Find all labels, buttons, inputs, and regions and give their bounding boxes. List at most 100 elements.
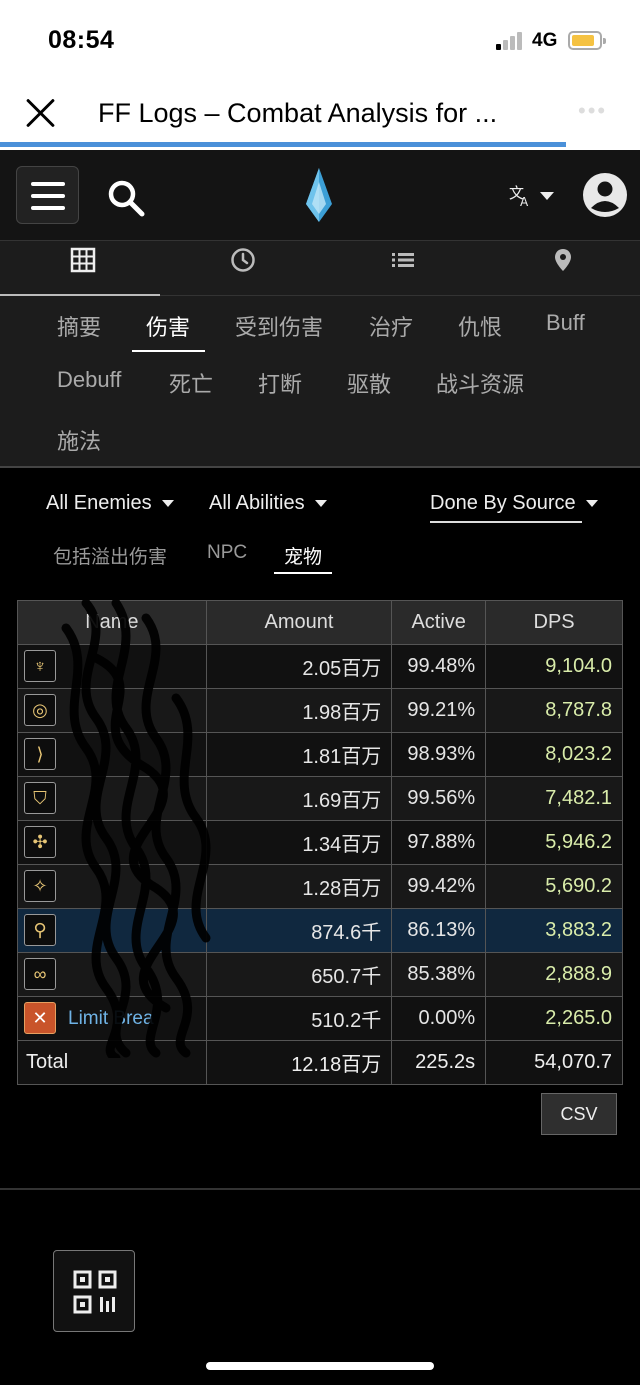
- tab-table-view[interactable]: [0, 241, 160, 296]
- chevron-down-icon: [314, 500, 327, 508]
- more-icon[interactable]: •••: [578, 98, 607, 124]
- table-row[interactable]: ∞ 650.7千 85.38% 2,888.9: [17, 952, 623, 997]
- table-row[interactable]: ⟩ 1.81百万 98.93% 8,023.2: [17, 732, 623, 777]
- dps-cell: 3,883.2: [485, 908, 623, 953]
- tab-timeline-view[interactable]: [160, 241, 320, 296]
- status-time: 08:54: [48, 26, 115, 54]
- source-filter-label: Done By Source: [430, 492, 576, 514]
- table-row[interactable]: ✕ Limit Brea 510.2千 0.00% 2,265.0: [17, 996, 623, 1041]
- active-cell: 99.56%: [391, 776, 487, 821]
- scholar-icon: ∞: [24, 958, 56, 990]
- player-name-cell[interactable]: ⚲: [17, 908, 207, 953]
- source-filter[interactable]: Done By Source: [430, 492, 598, 515]
- fflogs-logo-icon[interactable]: [304, 168, 334, 222]
- npc-toggle[interactable]: NPC: [207, 542, 247, 564]
- player-name-cell[interactable]: ⛉: [17, 776, 207, 821]
- total-amount: 12.18百万: [205, 1040, 393, 1085]
- dps-cell: 9,104.0: [485, 644, 623, 689]
- total-dps: 54,070.7: [485, 1040, 623, 1085]
- section-divider: [0, 1188, 640, 1190]
- amount-cell: 1.28百万: [205, 864, 393, 909]
- active-cell: 99.42%: [391, 864, 487, 909]
- tab-interrupts[interactable]: 打断: [258, 367, 302, 399]
- enemies-filter-label: All Enemies: [46, 492, 152, 514]
- dps-cell: 2,265.0: [485, 996, 623, 1041]
- limit-break-icon: ✕: [24, 1002, 56, 1034]
- amount-cell: 1.98百万: [205, 688, 393, 733]
- tab-damage-done[interactable]: 伤害: [146, 310, 190, 342]
- player-name: Limit Brea: [68, 1007, 154, 1029]
- menu-button[interactable]: [16, 166, 79, 224]
- player-name-cell[interactable]: ⟩: [17, 732, 207, 777]
- list-icon: [392, 253, 414, 267]
- grid-icon: [70, 247, 96, 273]
- home-indicator[interactable]: [206, 1362, 434, 1370]
- player-name-cell[interactable]: ♆: [17, 644, 207, 689]
- search-icon[interactable]: [106, 178, 146, 218]
- player-name-cell[interactable]: ✧: [17, 864, 207, 909]
- column-header-dps[interactable]: DPS: [485, 600, 623, 645]
- table-row[interactable]: ◎ 1.98百万 99.21% 8,787.8: [17, 688, 623, 733]
- pets-toggle-underline: [274, 572, 332, 574]
- table-row[interactable]: ♆ 2.05百万 99.48% 9,104.0: [17, 644, 623, 689]
- amount-cell: 1.34百万: [205, 820, 393, 865]
- amount-cell: 650.7千: [205, 952, 393, 997]
- tab-buffs[interactable]: Buff: [546, 310, 585, 336]
- language-button[interactable]: 文 A: [508, 180, 558, 210]
- tab-threat[interactable]: 仇恨: [458, 310, 502, 342]
- tab-damage-taken[interactable]: 受到伤害: [235, 310, 323, 342]
- summoner-icon: ◎: [24, 694, 56, 726]
- bard-icon: ⟩: [24, 738, 56, 770]
- column-header-active[interactable]: Active: [391, 600, 487, 645]
- player-name-cell[interactable]: ✕ Limit Brea: [17, 996, 207, 1041]
- astrologian-icon: ✧: [24, 870, 56, 902]
- user-avatar-icon[interactable]: [582, 172, 628, 218]
- amount-cell: 1.81百万: [205, 732, 393, 777]
- page-load-progress: [0, 142, 566, 147]
- include-overkill-toggle[interactable]: 包括溢出伤害: [53, 542, 167, 569]
- enemies-filter[interactable]: All Enemies: [46, 492, 174, 515]
- table-total-row: Total 12.18百万 225.2s 54,070.7: [17, 1040, 623, 1085]
- table-row[interactable]: ✣ 1.34百万 97.88% 5,946.2: [17, 820, 623, 865]
- chevron-down-icon: [161, 500, 174, 508]
- tab-summary[interactable]: 摘要: [57, 310, 101, 342]
- total-active: 225.2s: [391, 1040, 487, 1085]
- tab-events-view[interactable]: [320, 241, 480, 296]
- tab-casts[interactable]: 施法: [57, 424, 101, 456]
- column-header-name[interactable]: Name: [17, 600, 207, 645]
- tab-dispels[interactable]: 驱散: [347, 367, 391, 399]
- pets-toggle[interactable]: 宠物: [284, 542, 322, 569]
- active-cell: 97.88%: [391, 820, 487, 865]
- battery-icon: [568, 31, 606, 50]
- player-name-cell[interactable]: ✣: [17, 820, 207, 865]
- table-row[interactable]: ⚲ 874.6千 86.13% 3,883.2: [17, 908, 623, 953]
- browser-title: FF Logs – Combat Analysis for ...: [98, 98, 498, 128]
- active-cell: 98.93%: [391, 732, 487, 777]
- clock-icon: [231, 248, 255, 272]
- player-name-cell[interactable]: ∞: [17, 952, 207, 997]
- active-cell: 99.21%: [391, 688, 487, 733]
- table-row[interactable]: ✧ 1.28百万 99.42% 5,690.2: [17, 864, 623, 909]
- tab-debuffs[interactable]: Debuff: [57, 367, 121, 393]
- category-tabs: 摘要 伤害 受到伤害 治疗 仇恨 Buff Debuff 死亡 打断 驱散 战斗…: [0, 296, 640, 468]
- translate-icon: 文 A: [509, 184, 529, 208]
- table-body: ♆ 2.05百万 99.48% 9,104.0 ◎ 1.98百万 99.21% 8,787.8…: [17, 644, 623, 1041]
- tab-healing[interactable]: 治疗: [369, 310, 413, 342]
- column-header-amount[interactable]: Amount: [205, 600, 393, 645]
- active-cell: 86.13%: [391, 908, 487, 953]
- dps-cell: 8,023.2: [485, 732, 623, 777]
- damage-table: Name Amount Active DPS ♆ 2.05百万 99.48% 9,10…: [17, 600, 623, 1085]
- active-cell: 85.38%: [391, 952, 487, 997]
- player-name-cell[interactable]: ◎: [17, 688, 207, 733]
- tab-resources[interactable]: 战斗资源: [436, 367, 524, 399]
- tab-deaths[interactable]: 死亡: [169, 367, 213, 399]
- tab-replay-view[interactable]: [480, 241, 640, 296]
- close-icon[interactable]: [22, 94, 60, 132]
- dps-cell: 5,946.2: [485, 820, 623, 865]
- csv-export-button[interactable]: CSV: [541, 1093, 617, 1135]
- qr-code-button[interactable]: [53, 1250, 135, 1332]
- amount-cell: 1.69百万: [205, 776, 393, 821]
- abilities-filter[interactable]: All Abilities: [209, 492, 327, 515]
- table-row[interactable]: ⛉ 1.69百万 99.56% 7,482.1: [17, 776, 623, 821]
- browser-bar: FF Logs – Combat Analysis for ... •••: [0, 80, 640, 150]
